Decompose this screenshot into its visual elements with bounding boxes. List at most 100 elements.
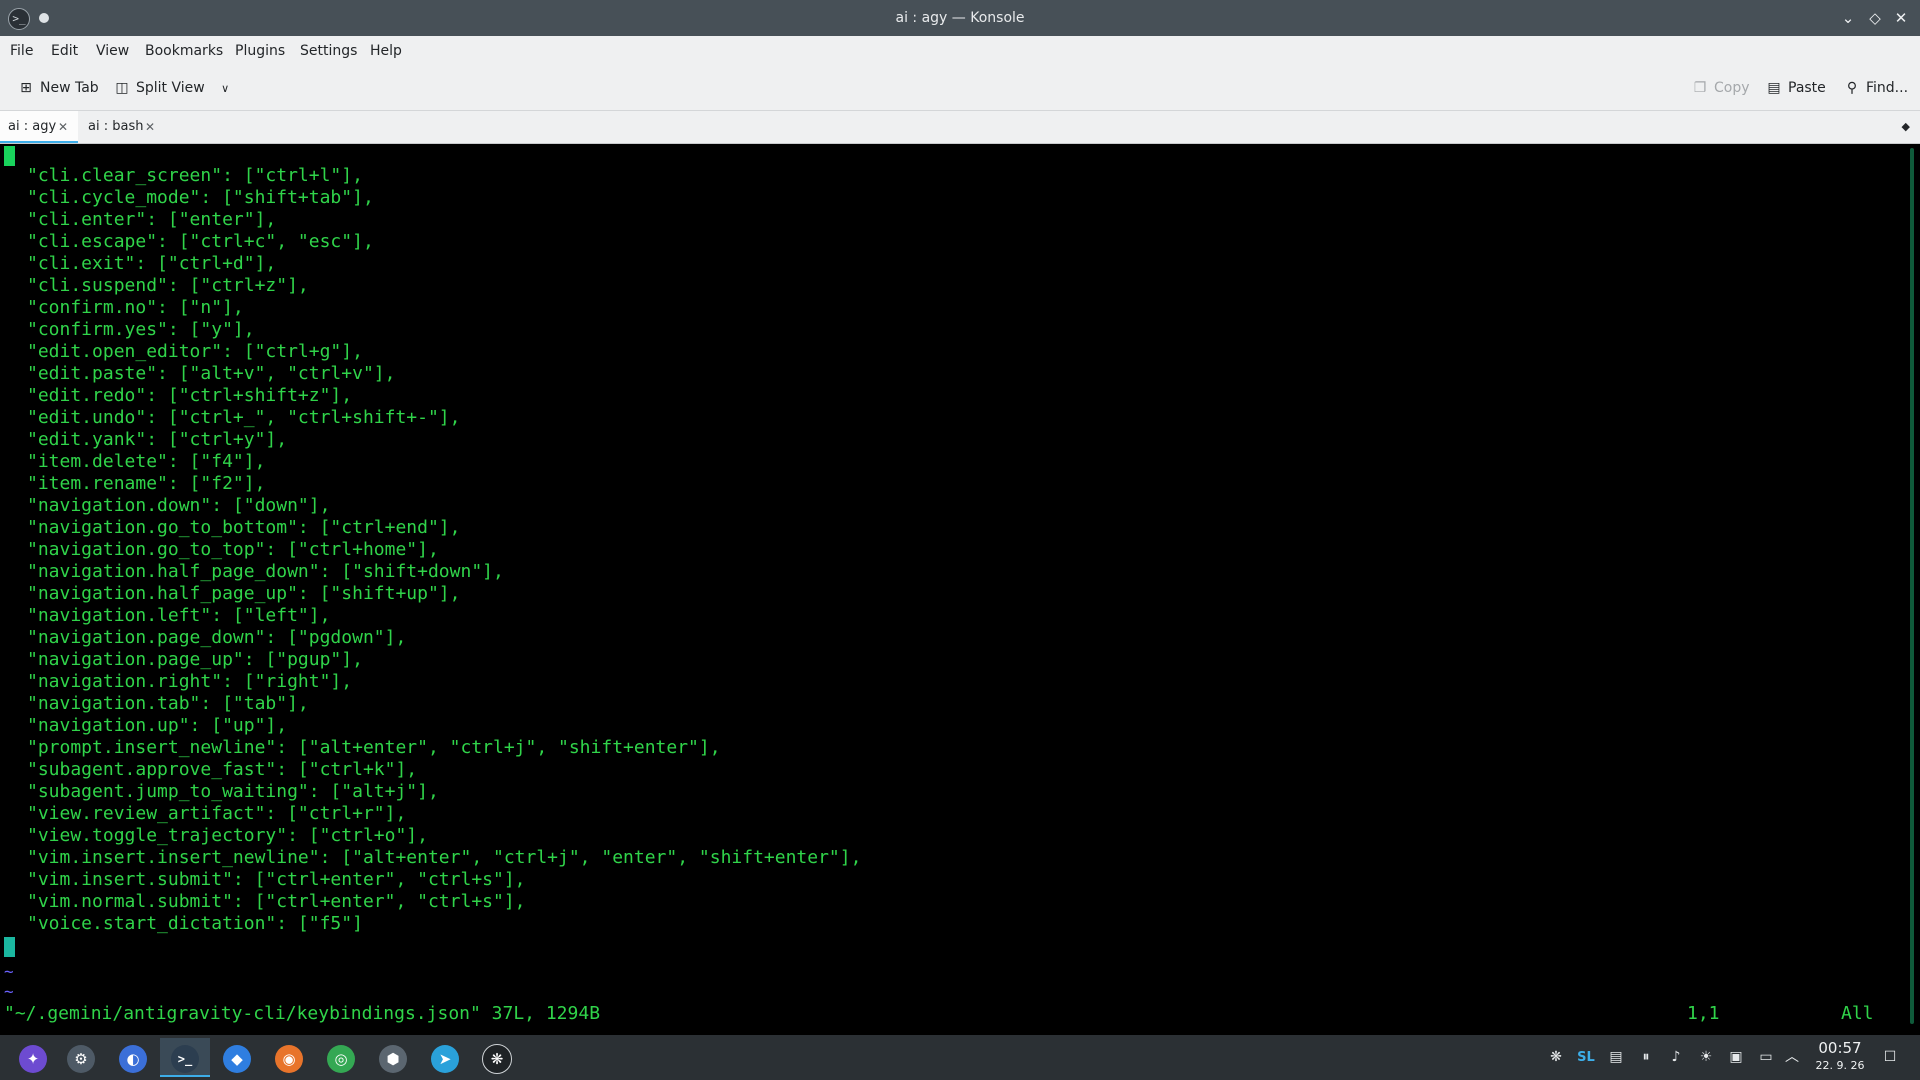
menu-help[interactable]: Help <box>370 36 402 66</box>
terminal-line: "navigation.go_to_bottom": ["ctrl+end"], <box>27 517 461 538</box>
show-hidden-icons-chevron-icon[interactable]: ︿ <box>1782 1035 1802 1080</box>
chatgpt-tray-icon[interactable]: ❋ <box>1544 1035 1568 1080</box>
terminal-line: "edit.yank": ["ctrl+y"], <box>27 429 288 450</box>
terminal-line: "vim.normal.submit": ["ctrl+enter", "ctr… <box>27 891 526 912</box>
terminal-line: "view.review_artifact": ["ctrl+r"], <box>27 803 407 824</box>
close-icon[interactable]: ✕ <box>1891 8 1911 28</box>
terminal-scrollbar[interactable] <box>1910 148 1914 1024</box>
show-desktop-icon[interactable]: ☐ <box>1878 1035 1902 1080</box>
terminal-line: "navigation.page_up": ["pgup"], <box>27 649 363 670</box>
terminal-line: "navigation.half_page_down": ["shift+dow… <box>27 561 504 582</box>
volume-icon[interactable]: ♪ <box>1664 1035 1688 1080</box>
minimize-icon[interactable]: ⌄ <box>1838 8 1858 28</box>
chrome-button[interactable]: ◎ <box>320 1038 362 1077</box>
terminal-view[interactable]: "cli.clear_screen": ["ctrl+l"], "cli.cyc… <box>0 144 1920 1035</box>
file-manager-icon: ◆ <box>223 1044 251 1073</box>
browser-button[interactable]: ◐ <box>112 1038 154 1077</box>
terminal-line: "prompt.insert_newline": ["alt+enter", "… <box>27 737 721 758</box>
tab-bar-menu-icon[interactable]: ◆ <box>1902 111 1910 143</box>
split-view-button[interactable]: ◫ Split View ∨ <box>114 66 229 110</box>
battery-icon[interactable]: ▭ <box>1754 1035 1778 1080</box>
firefox-button[interactable]: ◉ <box>268 1038 310 1077</box>
terminal-line: "confirm.no": ["n"], <box>27 297 244 318</box>
terminal-line: "item.rename": ["f2"], <box>27 473 266 494</box>
menu-settings[interactable]: Settings <box>300 36 357 66</box>
chatgpt-button[interactable]: ❋ <box>476 1038 518 1077</box>
new-tab-button[interactable]: ⊞ New Tab <box>18 66 99 110</box>
menu-edit[interactable]: Edit <box>51 36 78 66</box>
settings-icon: ⚙ <box>67 1044 95 1073</box>
terminal-line: "voice.start_dictation": ["f5"] <box>27 913 363 934</box>
steam-button[interactable]: ⬢ <box>372 1038 414 1077</box>
menu-bookmarks[interactable]: Bookmarks <box>145 36 223 66</box>
app-launcher-icon: ✦ <box>19 1044 47 1073</box>
tab-label: ai : bash <box>88 119 144 134</box>
vim-status-scroll: All <box>1841 1003 1874 1024</box>
brightness-icon[interactable]: ☀ <box>1694 1035 1718 1080</box>
chevron-down-icon[interactable]: ∨ <box>221 82 229 95</box>
terminal-line: "edit.open_editor": ["ctrl+g"], <box>27 341 363 362</box>
keyboard-layout-indicator[interactable]: SL <box>1574 1035 1598 1080</box>
terminal-line: "navigation.up": ["up"], <box>27 715 288 736</box>
paste-button[interactable]: ▤ Paste <box>1766 66 1826 110</box>
terminal-line: "edit.paste": ["alt+v", "ctrl+v"], <box>27 363 396 384</box>
chatgpt-icon: ❋ <box>482 1043 512 1074</box>
chrome-icon: ◎ <box>327 1044 355 1073</box>
terminal-line: "cli.enter": ["enter"], <box>27 209 277 230</box>
dolphin-button[interactable]: ◆ <box>216 1038 258 1077</box>
toolbar: ⊞ New Tab ◫ Split View ∨ ❐ Copy ▤ Paste ⚲ Fin… <box>0 66 1920 111</box>
clock-date: 22. 9. 26 <box>1815 1059 1865 1072</box>
steam-icon: ⬢ <box>379 1044 407 1073</box>
terminal-icon: >_ <box>171 1044 199 1073</box>
browser-icon: ◐ <box>119 1044 147 1073</box>
clipboard-icon[interactable]: ▤ <box>1604 1035 1628 1080</box>
tab-ai-agy[interactable]: ai : agy ✕ <box>0 111 78 143</box>
vim-status-position: 1,1 <box>1687 1003 1720 1024</box>
find-label: Find... <box>1866 80 1909 96</box>
copy-button[interactable]: ❐ Copy <box>1692 66 1750 110</box>
tab-bar: ai : agy ✕ ai : bash ✕ ◆ <box>0 111 1920 144</box>
vim-status-file: "~/.gemini/antigravity-cli/keybindings.j… <box>4 1003 601 1024</box>
terminal-line: "subagent.approve_fast": ["ctrl+k"], <box>27 759 418 780</box>
media-pause-icon[interactable]: ⏸ <box>1634 1035 1658 1080</box>
paste-label: Paste <box>1788 80 1826 96</box>
terminal-line: "navigation.page_down": ["pgdown"], <box>27 627 407 648</box>
terminal-cursor <box>4 146 15 166</box>
terminal-line: "cli.cycle_mode": ["shift+tab"], <box>27 187 374 208</box>
empty-line-tilde: ~ <box>4 982 14 1001</box>
copy-icon: ❐ <box>1693 80 1707 96</box>
firefox-icon: ◉ <box>275 1044 303 1073</box>
title-bar: >_ ai : agy — Konsole ⌄ ◇ ✕ <box>0 0 1920 36</box>
system-settings-button[interactable]: ⚙ <box>60 1038 102 1077</box>
menu-view[interactable]: View <box>96 36 129 66</box>
app-launcher-button[interactable]: ✦ <box>12 1038 54 1077</box>
network-icon[interactable]: ▣ <box>1724 1035 1748 1080</box>
maximize-icon[interactable]: ◇ <box>1865 8 1885 28</box>
menu-file[interactable]: File <box>10 36 33 66</box>
tab-ai-bash[interactable]: ai : bash ✕ <box>80 111 162 143</box>
telegram-icon: ➤ <box>431 1044 459 1073</box>
terminal-line: "view.toggle_trajectory": ["ctrl+o"], <box>27 825 428 846</box>
menu-plugins[interactable]: Plugins <box>235 36 285 66</box>
terminal-line: "subagent.jump_to_waiting": ["alt+j"], <box>27 781 439 802</box>
terminal-line: "navigation.tab": ["tab"], <box>27 693 309 714</box>
terminal-line: "vim.insert.insert_newline": ["alt+enter… <box>27 847 862 868</box>
terminal-lines: "cli.clear_screen": ["ctrl+l"], "cli.cyc… <box>27 165 861 935</box>
terminal-line: "edit.redo": ["ctrl+shift+z"], <box>27 385 353 406</box>
split-view-icon: ◫ <box>115 80 129 96</box>
paste-icon: ▤ <box>1767 80 1781 96</box>
close-tab-icon[interactable]: ✕ <box>145 111 155 143</box>
close-tab-icon[interactable]: ✕ <box>58 111 68 143</box>
window-title: ai : agy — Konsole <box>895 10 1025 26</box>
menu-bar: File Edit View Bookmarks Plugins Setting… <box>0 36 1920 66</box>
konsole-task-button[interactable]: >_ <box>160 1038 210 1077</box>
telegram-button[interactable]: ➤ <box>424 1038 466 1077</box>
split-view-label: Split View <box>136 80 205 96</box>
terminal-line: "confirm.yes": ["y"], <box>27 319 255 340</box>
find-button[interactable]: ⚲ Find... <box>1844 66 1908 110</box>
terminal-line: "navigation.half_page_up": ["shift+up"], <box>27 583 461 604</box>
clock[interactable]: 00:57 22. 9. 26 <box>1808 1039 1872 1073</box>
tab-label: ai : agy <box>8 119 57 134</box>
terminal-line-marker <box>4 937 15 957</box>
clock-time: 00:57 <box>1818 1039 1862 1057</box>
